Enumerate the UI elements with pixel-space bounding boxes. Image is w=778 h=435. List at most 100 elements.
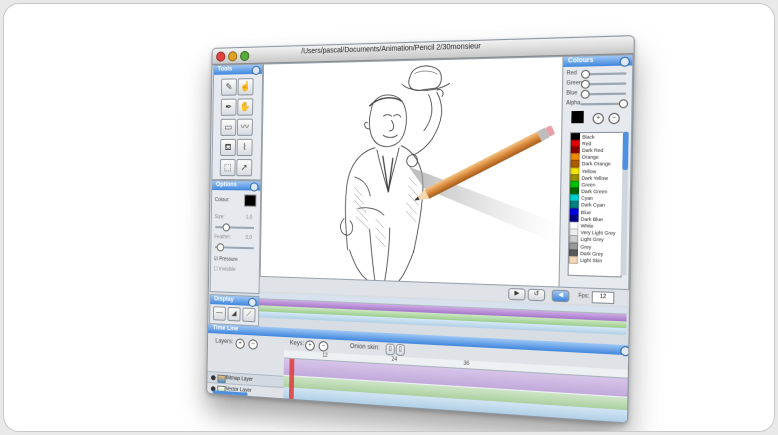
- mirror-display-icon[interactable]: ⟋: [242, 307, 256, 323]
- invisible-checkbox[interactable]: ☐ Invisible: [214, 266, 236, 273]
- shading-display-icon[interactable]: ◢: [227, 306, 241, 322]
- add-key-button[interactable]: +: [305, 340, 315, 351]
- colour-name: Dark Blue: [580, 216, 604, 223]
- minimize-window-button[interactable]: [227, 51, 238, 62]
- colour-list-item[interactable]: Light Skin: [568, 255, 621, 264]
- colour-name: Orange: [581, 154, 599, 160]
- colour-list-scrollbar-thumb[interactable]: [622, 131, 629, 170]
- drawing-canvas[interactable]: [259, 55, 564, 288]
- tools-panel: Tools ✎ ☝ ✒ ✋ ▭ 〰 ⛾ ⌇ ⬚ ➚ ✺ ✗: [211, 63, 264, 197]
- colour-swatch: [568, 255, 578, 264]
- bucket-tool-icon[interactable]: ⛾: [220, 138, 236, 157]
- panel-close-icon[interactable]: [619, 56, 631, 67]
- green-slider[interactable]: [580, 79, 627, 89]
- green-slider-knob[interactable]: [580, 79, 590, 89]
- colour-name: Green: [581, 181, 596, 188]
- size-slider[interactable]: [215, 223, 255, 232]
- colour-name: Dark Orange: [581, 161, 611, 167]
- sound-button[interactable]: ◀: [551, 289, 570, 303]
- layers-label: Layers:: [215, 338, 234, 346]
- outline-display-icon[interactable]: —: [212, 306, 226, 321]
- select-tool-icon[interactable]: ⬚: [219, 159, 236, 177]
- colour-list-scrollbar[interactable]: [620, 131, 629, 276]
- ruler-number: 24: [391, 356, 398, 364]
- size-label: Size:: [214, 214, 225, 221]
- play-button[interactable]: ▶: [508, 287, 526, 301]
- colour-name: Light Grey: [580, 236, 604, 243]
- invisible-label: Invisible: [219, 266, 236, 273]
- tools-panel-header: Tools: [214, 64, 263, 76]
- pencil-tool-icon[interactable]: ✎: [221, 78, 237, 96]
- feather-slider[interactable]: [214, 243, 254, 252]
- colour-name: Dark Green: [581, 188, 608, 195]
- colour-name: Blue: [580, 209, 592, 216]
- visibility-icon[interactable]: [211, 375, 216, 381]
- colour-name: Cyan: [581, 195, 593, 202]
- blue-slider-label: Blue: [566, 89, 578, 97]
- remove-colour-button[interactable]: −: [608, 112, 620, 125]
- eraser-tool-icon[interactable]: ▭: [220, 118, 237, 136]
- size-slider-knob[interactable]: [222, 223, 230, 232]
- panel-close-icon[interactable]: [620, 345, 631, 357]
- smudge-tool-icon[interactable]: ☝: [237, 78, 254, 96]
- add-layer-button[interactable]: +: [235, 338, 245, 350]
- tools-panel-title: Tools: [217, 66, 233, 73]
- panel-close-icon[interactable]: [251, 65, 261, 76]
- screenshot-frame: /Users/pascal/Documents/Animation/Pencil…: [3, 3, 775, 432]
- eyedropper-tool-icon[interactable]: ⌇: [236, 138, 253, 157]
- feather-slider-knob[interactable]: [216, 243, 225, 252]
- colour-name: Red: [582, 140, 592, 147]
- add-colour-button[interactable]: +: [592, 112, 604, 125]
- remove-key-button[interactable]: −: [318, 340, 329, 352]
- size-value: 1,0: [245, 214, 253, 221]
- polyline-tool-icon[interactable]: 〰: [236, 118, 253, 136]
- display-panel: Display — ◢ ⟋: [209, 294, 260, 327]
- pen-tool-icon[interactable]: ✒: [220, 98, 237, 116]
- colour-name: Grey: [580, 243, 592, 250]
- move-tool-icon[interactable]: ➚: [236, 159, 253, 177]
- close-window-button[interactable]: [216, 51, 226, 62]
- pencil-cursor-icon: [411, 125, 556, 206]
- hand-tool-icon[interactable]: ✋: [237, 98, 254, 116]
- colour-name: Black: [582, 133, 595, 140]
- timeline-title: Time Line: [212, 325, 239, 333]
- colour-list[interactable]: Black Red Dark Red Orange Dark Orange Yellow D…: [567, 131, 625, 278]
- colour-list-body: Black Red Dark Red Orange Dark Orange Yellow D…: [568, 132, 623, 265]
- loop-button[interactable]: ↺: [527, 288, 546, 302]
- display-panel-title: Display: [214, 296, 234, 304]
- colour-label: Colour:: [214, 197, 230, 204]
- playhead[interactable]: [288, 358, 295, 400]
- stage: /Users/pascal/Documents/Animation/Pencil…: [4, 4, 774, 431]
- red-slider-label: Red: [566, 70, 577, 77]
- ruler-number: 12: [322, 352, 328, 359]
- current-colour-swatch[interactable]: [244, 194, 257, 207]
- colour-name: Yellow: [581, 168, 597, 174]
- panel-close-icon[interactable]: [249, 182, 259, 192]
- onion-prev-button[interactable]: ▯: [385, 343, 395, 356]
- options-panel-title: Options: [215, 182, 237, 189]
- pressure-checkbox[interactable]: ☑ Pressure: [214, 256, 238, 263]
- pressure-label: Pressure: [219, 256, 238, 263]
- alpha-slider[interactable]: [580, 99, 629, 109]
- panel-close-icon[interactable]: [248, 297, 257, 308]
- layer-name: Bitmap Layer: [225, 375, 253, 383]
- colours-panel: Colours Red Green Blue Alpha + − Black Re…: [558, 54, 634, 291]
- onion-next-button[interactable]: ▯: [395, 343, 405, 357]
- red-slider[interactable]: [581, 69, 627, 79]
- options-panel-header: Options: [212, 181, 261, 192]
- colour-name: Dark Yellow: [581, 174, 609, 181]
- window-controls: [216, 50, 250, 62]
- colours-panel-title: Colours: [567, 57, 594, 65]
- zoom-window-button[interactable]: [239, 50, 250, 62]
- colour-name: White: [580, 223, 594, 229]
- feather-value: 0,0: [245, 234, 252, 242]
- alpha-slider-knob[interactable]: [618, 99, 629, 109]
- blue-slider-knob[interactable]: [580, 89, 590, 99]
- alpha-slider-label: Alpha: [566, 99, 581, 107]
- blue-slider[interactable]: [580, 89, 626, 99]
- remove-layer-button[interactable]: −: [248, 339, 258, 350]
- colour-name: Dark Red: [581, 147, 604, 154]
- fps-input[interactable]: 12: [591, 291, 615, 305]
- red-slider-knob[interactable]: [581, 69, 591, 79]
- selected-colour-swatch[interactable]: [571, 110, 584, 124]
